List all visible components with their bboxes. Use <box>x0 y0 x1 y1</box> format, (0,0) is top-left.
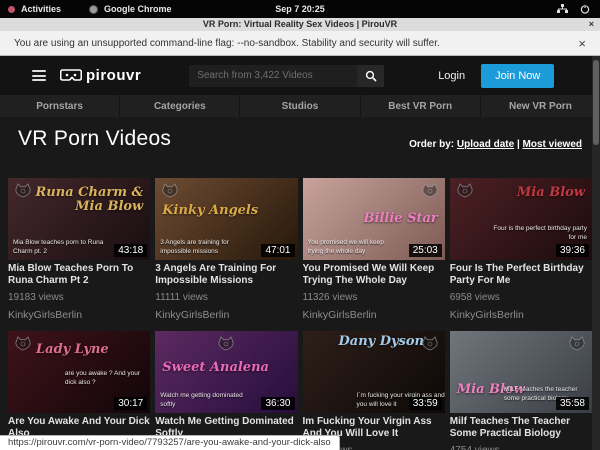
view-count: 11326 views <box>303 292 445 304</box>
thumbnail-overlay-title: Dany Dyson <box>339 335 425 349</box>
order-separator: | <box>517 139 520 150</box>
thumbnail-caption: 3 Angels are training for impossible mis… <box>160 239 254 256</box>
video-card[interactable]: Sweet Analena Watch me getting dominated… <box>155 331 297 450</box>
nav-item-best-vr-porn[interactable]: Best VR Porn <box>361 95 480 117</box>
thumbnail-overlay-title: Mia Blow <box>517 186 585 200</box>
studio-link[interactable]: KinkyGirlsBerlin <box>303 309 445 322</box>
thumbnail-overlay-title: Sweet Analena <box>162 361 269 375</box>
thumbnail-caption: Four is the perfect birthday party for m… <box>493 225 587 242</box>
nav-item-studios[interactable]: Studios <box>240 95 359 117</box>
login-link[interactable]: Login <box>438 70 465 82</box>
thumbnail-caption: Mia Blow teaches porn to Runa Charm pt. … <box>13 239 107 256</box>
menu-hamburger-icon[interactable] <box>32 70 46 81</box>
link-preview-statusbar: https://pirouvr.com/vr-porn-video/779325… <box>0 435 340 450</box>
search-button[interactable] <box>357 65 384 87</box>
screen: Activities Google Chrome Sep 7 20:25 VR … <box>0 0 600 450</box>
video-card[interactable]: Mia Blow MILF teaches the teacher some p… <box>450 331 592 450</box>
order-most-viewed-link[interactable]: Most viewed <box>523 139 582 150</box>
video-thumbnail[interactable]: Billie Star You promised we will keep tr… <box>303 178 445 260</box>
video-thumbnail[interactable]: Sweet Analena Watch me getting dominated… <box>155 331 297 413</box>
infobar-message: You are using an unsupported command-lin… <box>14 38 440 49</box>
thumbnail-overlay-title: Lady Lyne <box>36 343 109 357</box>
join-now-button[interactable]: Join Now <box>481 64 554 88</box>
vr-goggles-icon <box>60 69 82 82</box>
video-card[interactable]: Lady Lyne are you awake ? And your dick … <box>8 331 150 450</box>
search-icon <box>365 70 377 82</box>
video-title[interactable]: Mia Blow Teaches Porn To Runa Charm Pt 2 <box>8 263 150 288</box>
view-count: 6958 views <box>450 292 592 304</box>
thumbnail-overlay-title: Billie Star <box>364 212 438 226</box>
video-card[interactable]: Mia Blow Four is the perfect birthday pa… <box>450 178 592 322</box>
page-title: VR Porn Videos <box>18 127 171 151</box>
scrollbar-thumb[interactable] <box>593 60 599 145</box>
video-card[interactable]: Billie Star You promised we will keep tr… <box>303 178 445 322</box>
duration-badge: 25:03 <box>409 244 442 257</box>
studio-cat-mask-logo-icon <box>455 182 475 202</box>
thumbnail-overlay-title: Kinky Angels <box>162 204 258 218</box>
video-thumbnail[interactable]: Lady Lyne are you awake ? And your dick … <box>8 331 150 413</box>
studio-cat-mask-logo-icon <box>216 335 236 355</box>
video-grid: Runa Charm & Mia Blow Mia Blow teaches p… <box>8 178 592 450</box>
studio-link[interactable]: KinkyGirlsBerlin <box>8 309 150 322</box>
window-title: VR Porn: Virtual Reality Sex Videos | Pi… <box>203 19 397 29</box>
studio-link[interactable]: KinkyGirlsBerlin <box>450 309 592 322</box>
thumbnail-caption: You promised we will keep trying the who… <box>308 239 402 256</box>
sandbox-warning-infobar: You are using an unsupported command-lin… <box>0 31 600 56</box>
search-input[interactable] <box>189 65 357 87</box>
order-by: Order by: Upload date | Most viewed <box>409 139 582 150</box>
video-card[interactable]: Runa Charm & Mia Blow Mia Blow teaches p… <box>8 178 150 322</box>
duration-badge: 39:36 <box>556 244 589 257</box>
duration-badge: 36:30 <box>261 397 294 410</box>
video-thumbnail[interactable]: Kinky Angels 3 Angels are training for i… <box>155 178 297 260</box>
view-count: 4754 views <box>450 445 592 450</box>
view-count: 11111 views <box>155 292 297 304</box>
studio-cat-mask-logo-icon <box>13 335 33 355</box>
thumbnail-caption: Watch me getting dominated softly <box>160 392 254 409</box>
nav-item-new-vr-porn[interactable]: New VR Porn <box>481 95 600 117</box>
order-upload-date-link[interactable]: Upload date <box>457 139 514 150</box>
system-top-bar: Activities Google Chrome Sep 7 20:25 <box>0 0 600 18</box>
site-logo[interactable]: pirouvr <box>60 67 141 84</box>
nav-item-pornstars[interactable]: Pornstars <box>0 95 119 117</box>
duration-badge: 30:17 <box>114 397 147 410</box>
logo-text: pirouvr <box>86 67 141 84</box>
nav-item-categories[interactable]: Categories <box>120 95 239 117</box>
duration-badge: 43:18 <box>114 244 147 257</box>
video-thumbnail[interactable]: Mia Blow MILF teaches the teacher some p… <box>450 331 592 413</box>
duration-badge: 35:58 <box>556 397 589 410</box>
thumbnail-overlay-title: Runa Charm & Mia Blow <box>32 186 143 213</box>
video-thumbnail[interactable]: Dany Dyson I´m fucking your virgin ass a… <box>303 331 445 413</box>
video-title[interactable]: Four Is The Perfect Birthday Party For M… <box>450 263 592 288</box>
video-card[interactable]: Kinky Angels 3 Angels are training for i… <box>155 178 297 322</box>
site-header: pirouvr Login Join Now <box>0 56 600 95</box>
order-by-label: Order by: <box>409 139 454 150</box>
video-card[interactable]: Dany Dyson I´m fucking your virgin ass a… <box>303 331 445 450</box>
infobar-close-icon[interactable]: × <box>578 37 586 50</box>
clock[interactable]: Sep 7 20:25 <box>0 4 600 14</box>
view-count: 19183 views <box>8 292 150 304</box>
studio-link[interactable]: KinkyGirlsBerlin <box>155 309 297 322</box>
video-thumbnail[interactable]: Runa Charm & Mia Blow Mia Blow teaches p… <box>8 178 150 260</box>
thumbnail-caption: are you awake ? And your dick also ? <box>65 370 150 387</box>
studio-cat-mask-logo-icon <box>420 182 440 202</box>
duration-badge: 47:01 <box>261 244 294 257</box>
video-thumbnail[interactable]: Mia Blow Four is the perfect birthday pa… <box>450 178 592 260</box>
duration-badge: 33:59 <box>409 397 442 410</box>
window-close-icon[interactable]: × <box>589 18 594 31</box>
studio-cat-mask-logo-icon <box>567 335 587 355</box>
studio-cat-mask-logo-icon <box>160 182 180 202</box>
video-title[interactable]: Milf Teaches The Teacher Some Practical … <box>450 416 592 441</box>
video-title[interactable]: 3 Angels Are Training For Impossible Mis… <box>155 263 297 288</box>
video-title[interactable]: You Promised We Will Keep Trying The Who… <box>303 263 445 288</box>
page-scrollbar[interactable] <box>592 56 600 450</box>
studio-cat-mask-logo-icon <box>13 182 33 202</box>
search-bar <box>189 65 384 87</box>
window-titlebar[interactable]: VR Porn: Virtual Reality Sex Videos | Pi… <box>0 18 600 31</box>
main-nav: Pornstars Categories Studios Best VR Por… <box>0 95 600 117</box>
